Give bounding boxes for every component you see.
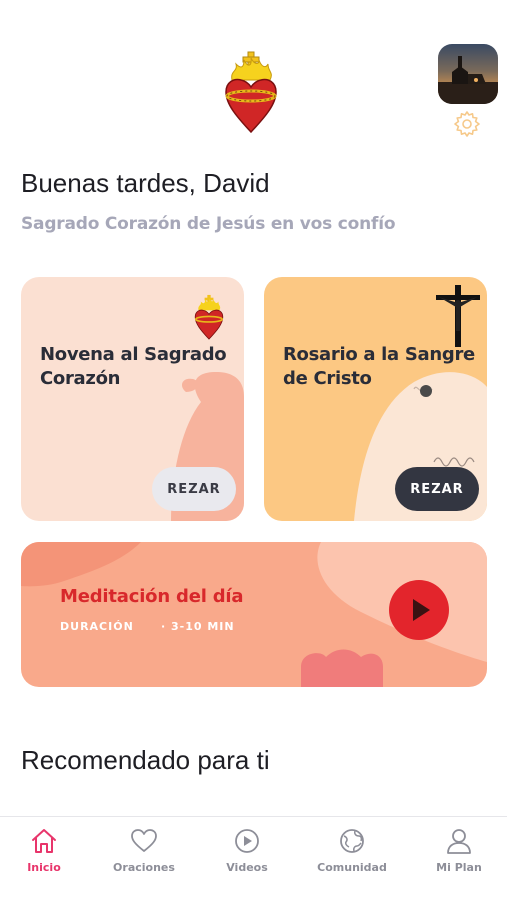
person-icon: [447, 829, 471, 854]
avatar[interactable]: [438, 44, 498, 104]
tab-label: Oraciones: [113, 861, 175, 874]
rosario-card[interactable]: Rosario a la Sangre de Cristo REZAR: [264, 277, 487, 521]
tab-label: Inicio: [27, 861, 61, 874]
novena-rezar-button[interactable]: REZAR: [152, 467, 236, 511]
play-icon: [413, 599, 430, 621]
play-circle-icon: [235, 829, 259, 853]
subtitle: Sagrado Corazón de Jesús en vos confío: [21, 214, 396, 234]
gear-icon[interactable]: [453, 110, 481, 138]
meditation-duration-value: · 3-10 MIN: [161, 620, 235, 633]
globe-icon: [340, 829, 364, 853]
heart-icon: [131, 829, 157, 852]
tab-oraciones[interactable]: Oraciones: [94, 817, 194, 901]
tab-mi-plan[interactable]: Mi Plan: [409, 817, 507, 901]
tab-comunidad[interactable]: Comunidad: [302, 817, 402, 901]
rosario-rezar-button[interactable]: REZAR: [395, 467, 479, 511]
sacred-heart-icon: [194, 294, 224, 340]
meditation-duration-label: DURACIÓN: [60, 620, 134, 633]
tab-label: Mi Plan: [436, 861, 482, 874]
section-title: Recomendado para ti: [21, 745, 270, 775]
tab-label: Comunidad: [317, 861, 387, 874]
home-icon: [32, 829, 56, 853]
church-photo: [438, 56, 498, 104]
tab-label: Videos: [226, 861, 268, 874]
rosario-title: Rosario a la Sangre de Cristo: [283, 344, 475, 389]
sacred-heart-icon: [225, 51, 277, 134]
meditation-card[interactable]: Meditación del día DURACIÓN · 3-10 MIN: [21, 542, 487, 687]
meditation-title: Meditación del día: [60, 586, 244, 607]
play-button[interactable]: [389, 580, 449, 640]
novena-card[interactable]: Novena al Sagrado Corazón REZAR: [21, 277, 244, 521]
novena-title: Novena al Sagrado Corazón: [40, 344, 227, 389]
crucifix-icon: [436, 285, 480, 347]
tab-inicio[interactable]: Inicio: [0, 817, 94, 901]
greeting: Buenas tardes, David: [21, 168, 270, 198]
tab-bar: Inicio Oraciones Videos Comunidad Mi Pla…: [0, 816, 507, 901]
tab-videos[interactable]: Videos: [197, 817, 297, 901]
